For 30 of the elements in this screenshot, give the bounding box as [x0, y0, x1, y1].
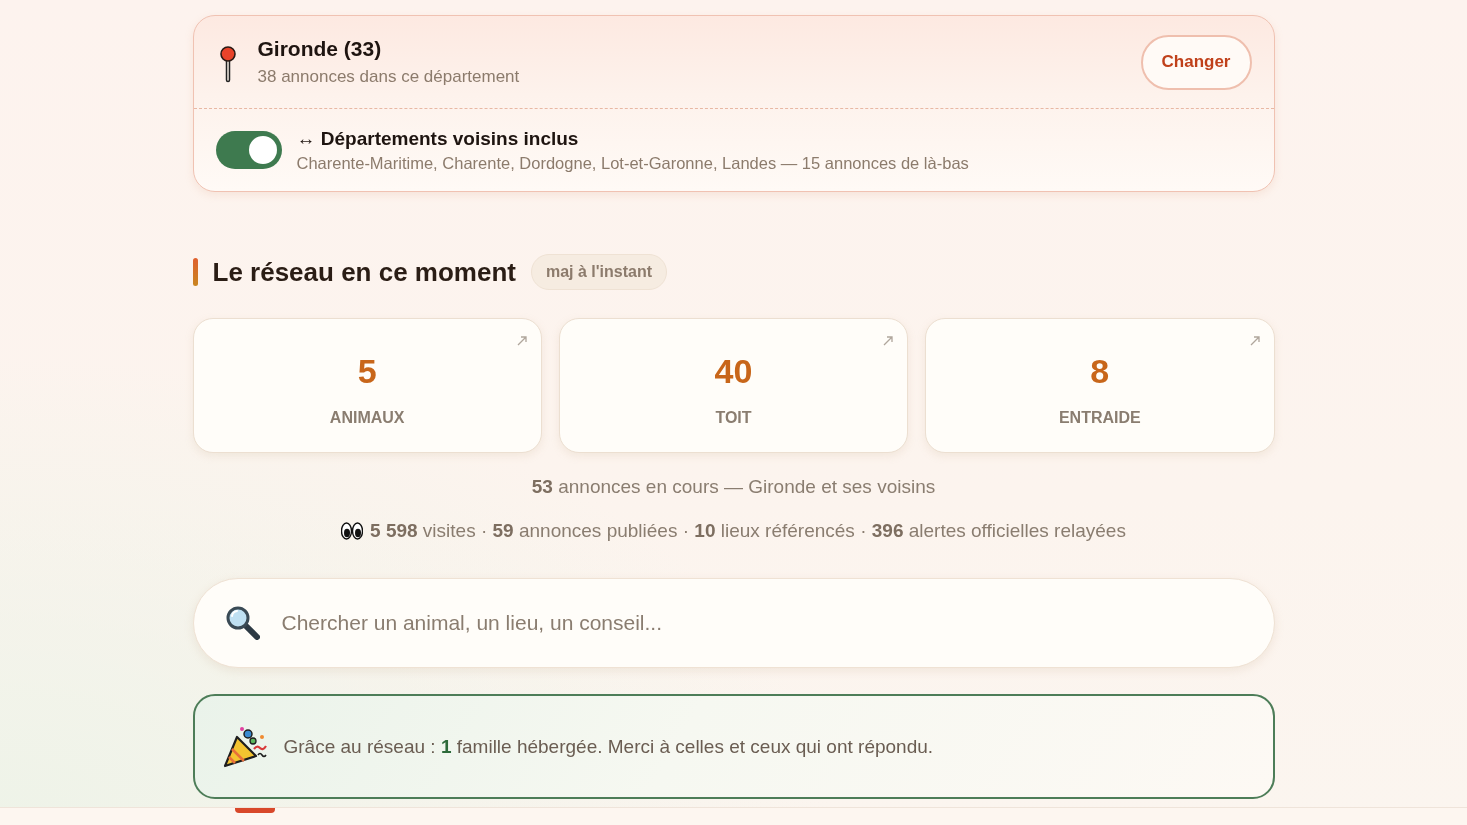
- diagonal-arrow-icon: [883, 336, 894, 346]
- neighbors-title: ↔ Départements voisins inclus: [296, 127, 580, 150]
- department-count: 38 annonces dans ce département: [257, 67, 521, 87]
- stat-card[interactable]: 40 TOIT: [558, 318, 909, 453]
- section-title: Le réseau en ce moment: [212, 256, 516, 288]
- search-icon: [225, 606, 260, 640]
- eyes-icon: [341, 522, 364, 540]
- party-popper-icon: [221, 724, 268, 769]
- pushpin-icon: [219, 45, 236, 83]
- active-tab-indicator-icon: [235, 808, 275, 813]
- thanks-message: Grâce au réseau : 1 famille hébergée. Merci à celles et ceux qui ont répondu.: [283, 735, 934, 758]
- neighbors-details: Charente-Maritime, Charente, Dordogne, Lot-et-Garonne, Landes — 15 annonces de là-bas: [296, 153, 969, 173]
- stat-label: ENTRAIDE: [1058, 409, 1141, 427]
- site-stats-text: 5 598 visites · 59 annonces publiées · 10 lieux référencés · 396 alertes officielles relayées: [370, 519, 1126, 543]
- department-title: Gironde (33): [257, 37, 383, 61]
- accent-bar-icon: [192, 258, 198, 286]
- change-button[interactable]: Changer: [1140, 34, 1252, 90]
- search-field[interactable]: Chercher un animal, un lieu, un conseil...: [192, 578, 1275, 668]
- diagonal-arrow-icon: [1249, 336, 1260, 346]
- update-badge: maj à l'instant: [530, 254, 668, 290]
- stat-label: TOIT: [715, 409, 752, 427]
- stat-value: 5: [357, 351, 377, 391]
- diagonal-arrow-icon: [516, 336, 527, 346]
- stat-value: 40: [714, 351, 753, 391]
- stat-value: 8: [1090, 351, 1110, 391]
- stat-card[interactable]: 8 ENTRAIDE: [925, 318, 1275, 453]
- stat-card[interactable]: 5 ANIMAUX: [192, 318, 542, 453]
- toggle-switch[interactable]: [215, 131, 282, 169]
- summary-text: 53 annonces en cours — Gironde et ses voisins: [530, 475, 937, 499]
- stat-label: ANIMAUX: [329, 409, 405, 427]
